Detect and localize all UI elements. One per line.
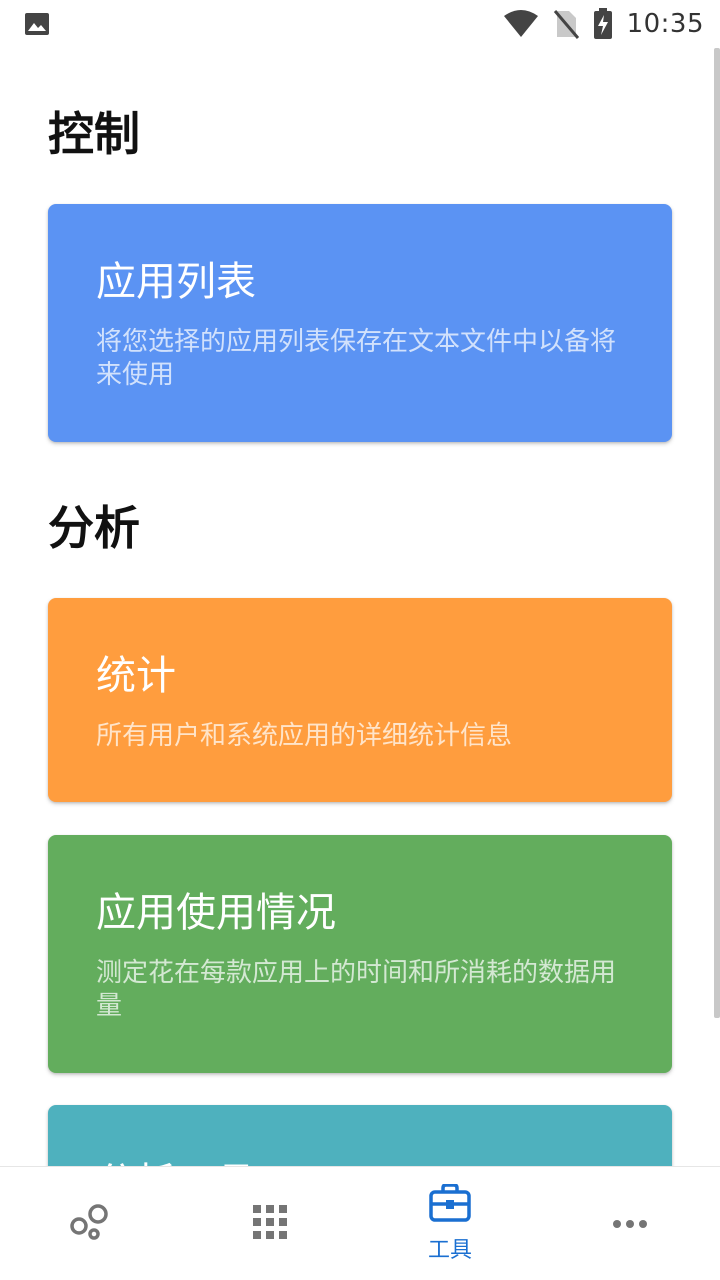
card-title: 统计 — [96, 653, 176, 699]
card-description: 测定花在每款应用上的时间和所消耗的数据用量 — [96, 958, 617, 1021]
grid-icon — [252, 1204, 288, 1244]
image-icon — [24, 12, 50, 36]
nav-item-more[interactable] — [540, 1167, 720, 1280]
card-app-list[interactable]: 应用列表 将您选择的应用列表保存在文本文件中以备将来使用 — [48, 204, 672, 442]
scrollbar[interactable] — [714, 48, 720, 1018]
wifi-icon — [503, 10, 539, 38]
nav-item-tools[interactable]: 工具 — [360, 1167, 540, 1280]
section-title-control: 控制 — [48, 107, 140, 161]
status-bar: 10:35 — [0, 0, 720, 48]
nav-item-bubbles[interactable] — [0, 1167, 180, 1280]
card-analysis-tools[interactable]: 分析工具 — [48, 1105, 672, 1166]
bubbles-icon — [68, 1202, 112, 1246]
card-title: 应用使用情况 — [96, 890, 336, 936]
card-statistics[interactable]: 统计 所有用户和系统应用的详细统计信息 — [48, 598, 672, 802]
battery-charging-icon — [593, 8, 613, 40]
status-time: 10:35 — [626, 9, 704, 39]
no-sim-icon — [553, 9, 579, 39]
card-title: 分析工具 — [96, 1157, 624, 1166]
screen: 10:35 控制 应用列表 将您选择的应用列表保存在文本文件中以备将来使用 分析… — [0, 0, 720, 1280]
card-description: 所有用户和系统应用的详细统计信息 — [96, 721, 513, 751]
nav-item-apps-grid[interactable] — [180, 1167, 360, 1280]
toolbox-icon — [429, 1182, 471, 1226]
section-title-analysis: 分析 — [48, 501, 140, 555]
card-app-usage[interactable]: 应用使用情况 测定花在每款应用上的时间和所消耗的数据用量 — [48, 835, 672, 1073]
more-icon — [612, 1214, 648, 1233]
card-title: 应用列表 — [96, 259, 256, 305]
tools-content[interactable]: 控制 应用列表 将您选择的应用列表保存在文本文件中以备将来使用 分析 统计 所有… — [0, 48, 712, 1166]
card-description: 将您选择的应用列表保存在文本文件中以备将来使用 — [96, 327, 617, 390]
nav-label-tools: 工具 — [427, 1237, 472, 1263]
bottom-navigation: 工具 — [0, 1166, 720, 1280]
